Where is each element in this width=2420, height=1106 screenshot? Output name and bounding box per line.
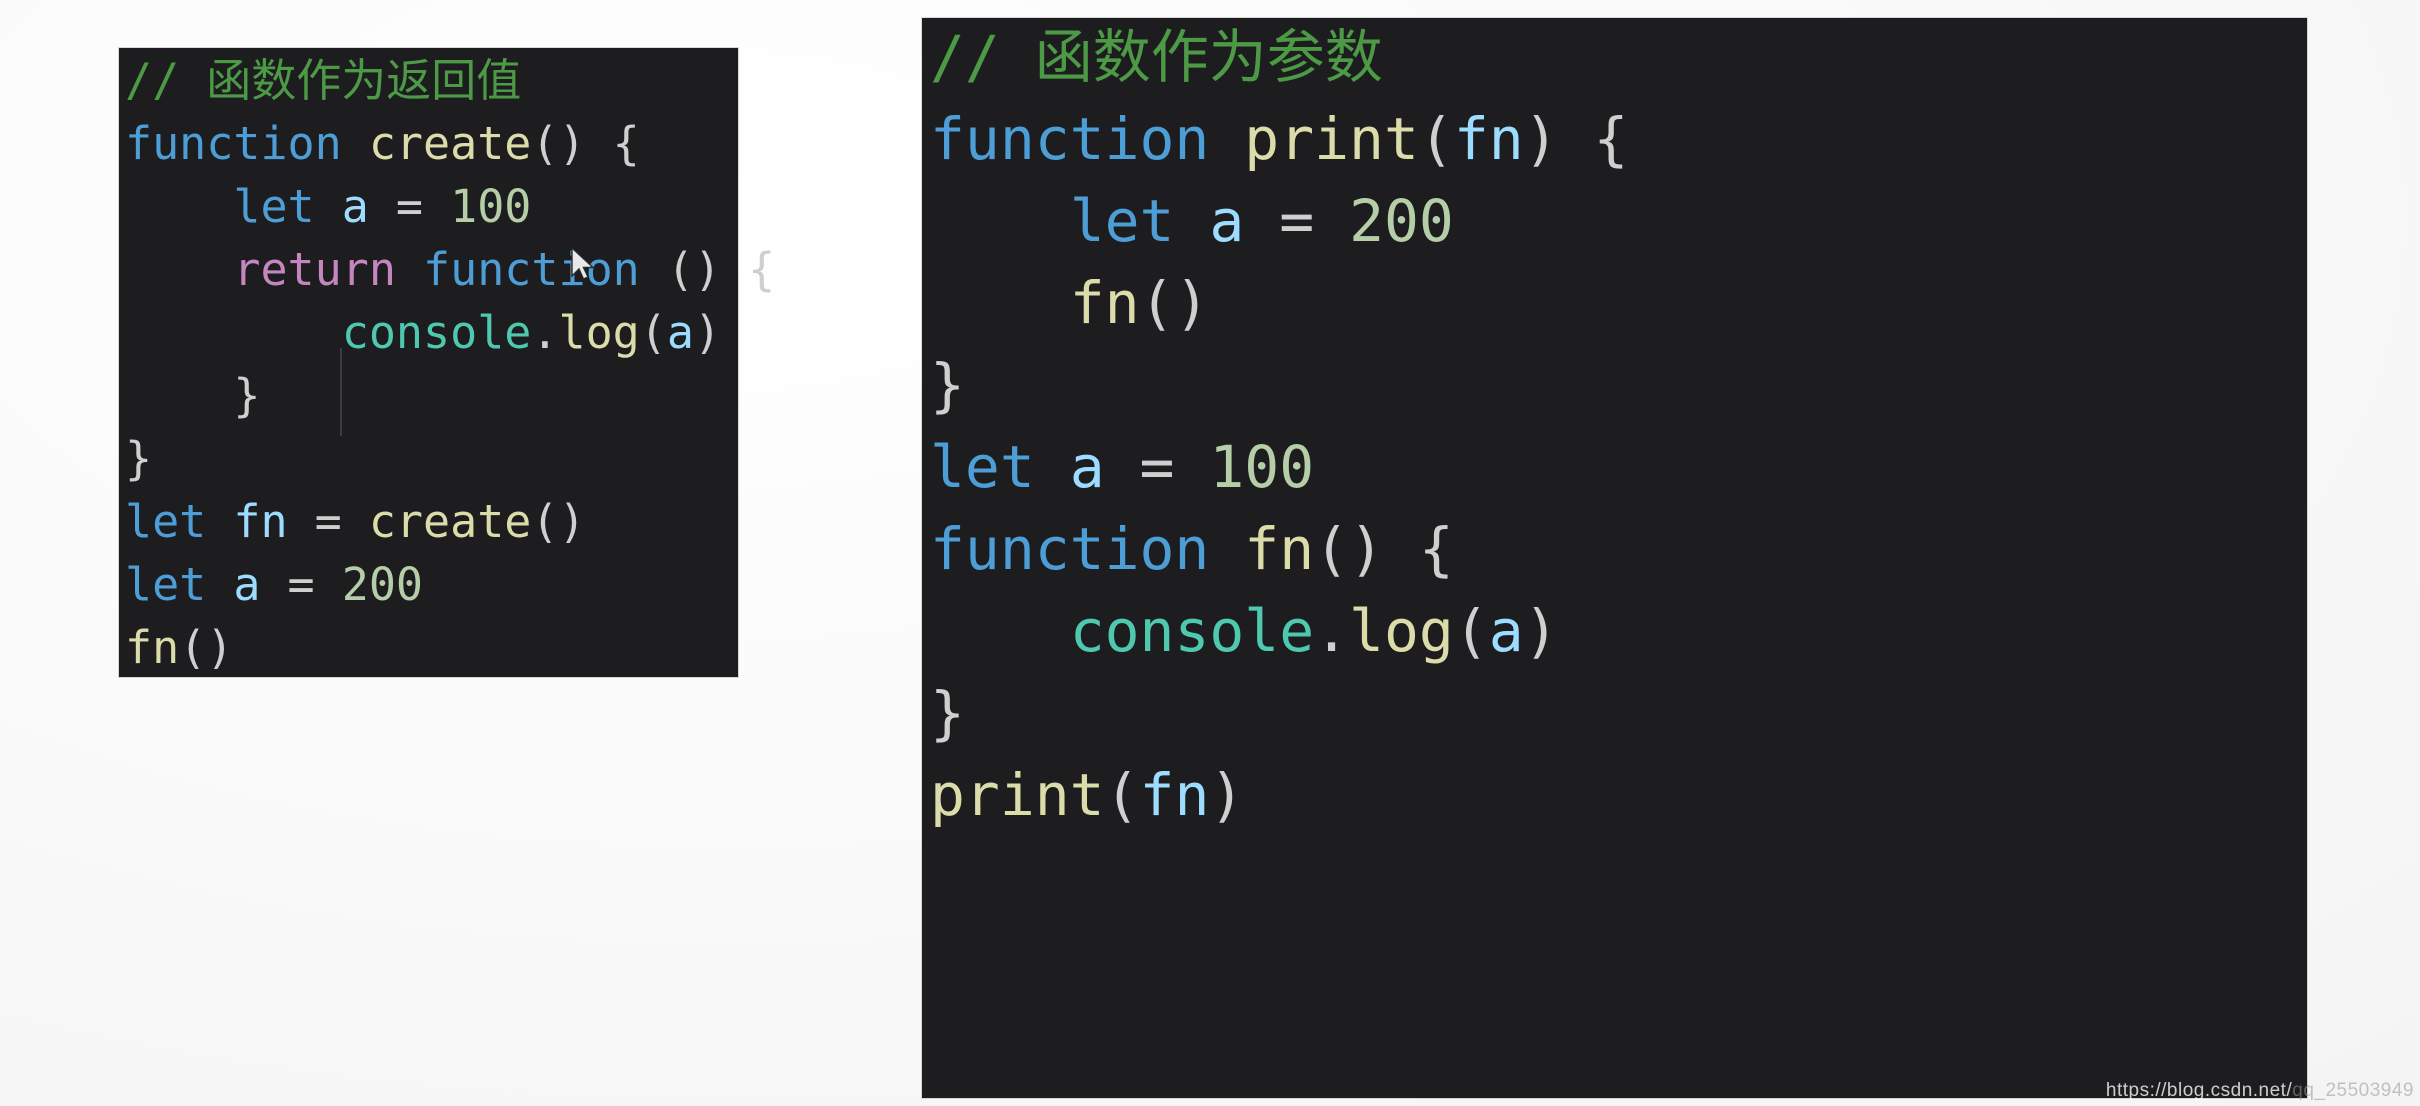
code-token: function bbox=[930, 105, 1245, 173]
code-token: 100 bbox=[450, 180, 532, 233]
watermark-user: qq_25503949 bbox=[2292, 1080, 2414, 1101]
code-line: } bbox=[922, 356, 2307, 438]
code-token: // 函数作为返回值 bbox=[125, 54, 522, 107]
code-token: } bbox=[233, 369, 261, 422]
code-token: () { bbox=[666, 243, 776, 296]
code-token: } bbox=[930, 351, 965, 419]
code-line: } bbox=[922, 684, 2307, 766]
code-token: function bbox=[423, 243, 667, 296]
code-token: create bbox=[368, 495, 532, 548]
code-token: () bbox=[1139, 269, 1210, 337]
code-token: let bbox=[125, 558, 234, 611]
code-token: a bbox=[1069, 433, 1105, 501]
code-line: function create() { bbox=[119, 121, 738, 184]
code-token: fn bbox=[1069, 269, 1140, 337]
code-lines-right: // 函数作为参数 function print(fn) { let a = 20… bbox=[922, 28, 2307, 848]
code-token: ) bbox=[693, 306, 722, 359]
code-token: } bbox=[125, 432, 153, 485]
code-token: console bbox=[1069, 597, 1315, 665]
code-line: // 函数作为参数 bbox=[922, 28, 2307, 110]
code-line: print(fn) bbox=[922, 766, 2307, 848]
code-line: let a = 100 bbox=[119, 184, 738, 247]
code-token: ) { bbox=[1523, 105, 1629, 173]
code-token: ( bbox=[1104, 761, 1140, 829]
code-token: 100 bbox=[1209, 433, 1315, 501]
code-token: fn bbox=[233, 495, 288, 548]
code-token: ( bbox=[1418, 105, 1454, 173]
code-line: let a = 200 bbox=[119, 562, 738, 625]
code-lines-left: // 函数作为返回值 function create() { let a = 10… bbox=[119, 58, 775, 688]
code-token: fn bbox=[1244, 515, 1315, 583]
code-token: function bbox=[930, 515, 1245, 583]
code-token: = bbox=[1244, 187, 1350, 255]
code-line: return function () { bbox=[119, 247, 775, 310]
code-token: () { bbox=[531, 117, 640, 170]
code-token: . bbox=[1314, 597, 1350, 665]
code-token: console bbox=[341, 306, 532, 359]
code-token: let bbox=[125, 495, 234, 548]
indent-guide bbox=[340, 348, 342, 436]
code-token: let bbox=[1069, 187, 1210, 255]
code-line: let a = 100 bbox=[922, 438, 2307, 520]
code-token: print bbox=[930, 761, 1105, 829]
code-token: () bbox=[531, 495, 586, 548]
code-line: } bbox=[119, 373, 738, 436]
code-token: function bbox=[125, 117, 369, 170]
code-token: 200 bbox=[341, 558, 424, 611]
code-token: print bbox=[1244, 105, 1419, 173]
code-token: create bbox=[368, 117, 532, 170]
code-token: fn bbox=[1453, 105, 1524, 173]
code-line: function print(fn) { bbox=[922, 110, 2307, 192]
code-token: . bbox=[531, 306, 559, 359]
code-token: return bbox=[233, 243, 424, 296]
code-line: let a = 200 bbox=[922, 192, 2307, 274]
code-token: = bbox=[287, 495, 369, 548]
code-line: // 函数作为返回值 bbox=[119, 58, 738, 121]
code-line: fn() bbox=[922, 274, 2307, 356]
code-token: a bbox=[341, 180, 369, 233]
code-token: a bbox=[233, 558, 261, 611]
code-token: fn bbox=[125, 621, 180, 674]
code-token: } bbox=[930, 679, 965, 747]
code-token: = bbox=[1104, 433, 1210, 501]
code-token: = bbox=[260, 558, 342, 611]
code-line: let fn = create() bbox=[119, 499, 738, 562]
watermark: https://blog.csdn.net/qq_25503949 bbox=[2106, 1080, 2414, 1102]
code-line: } bbox=[119, 436, 738, 499]
code-token: () bbox=[179, 621, 234, 674]
code-panel-parameter: // 函数作为参数 function print(fn) { let a = 20… bbox=[922, 18, 2307, 1098]
code-token: fn bbox=[1139, 761, 1210, 829]
code-token: let bbox=[930, 433, 1070, 501]
code-token: ( bbox=[1453, 597, 1489, 665]
code-token: ) bbox=[1209, 761, 1245, 829]
code-token: log bbox=[1349, 597, 1454, 665]
code-line: console.log(a) bbox=[119, 310, 738, 373]
code-token: let bbox=[233, 180, 342, 233]
code-token: a bbox=[1488, 597, 1524, 665]
watermark-url: https://blog.csdn.net/ bbox=[2105, 1080, 2293, 1101]
code-token: // 函数作为参数 bbox=[930, 23, 1383, 91]
code-token: a bbox=[1209, 187, 1245, 255]
code-line: function fn() { bbox=[922, 520, 2307, 602]
code-token: () { bbox=[1314, 515, 1454, 583]
code-token: log bbox=[558, 306, 640, 359]
code-line: fn() bbox=[119, 625, 738, 688]
code-token: = bbox=[368, 180, 451, 233]
code-token: a bbox=[666, 306, 694, 359]
code-line: console.log(a) bbox=[922, 602, 2307, 684]
code-token: ( bbox=[639, 306, 667, 359]
code-token: 200 bbox=[1349, 187, 1454, 255]
code-token: ) bbox=[1523, 597, 1559, 665]
code-panel-return-value: // 函数作为返回值 function create() { let a = 10… bbox=[119, 48, 775, 677]
